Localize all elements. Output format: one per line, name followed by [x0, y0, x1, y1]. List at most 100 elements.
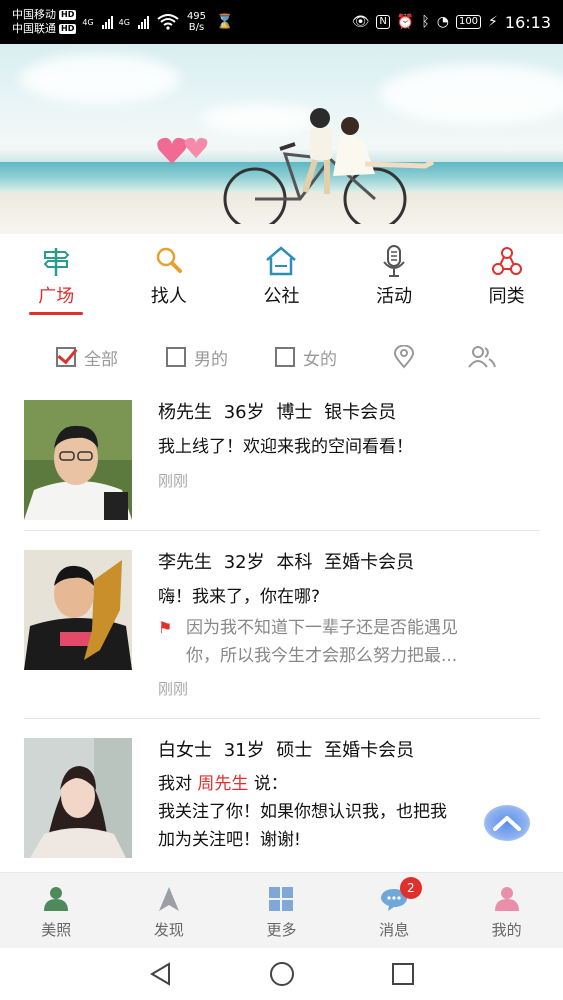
eye-icon: 👁 — [351, 14, 370, 30]
unread-badge: 2 — [399, 877, 422, 899]
tab-mine[interactable]: 我的 — [450, 873, 563, 948]
tab-label: 更多 — [266, 921, 297, 939]
nav-label: 活动 — [376, 286, 413, 307]
couple-bicycle-illustration — [223, 108, 435, 224]
filter-label: 女的 — [303, 349, 337, 370]
member-headline: 李先生 32岁 本科 至婚卡会员 — [158, 550, 540, 576]
active-indicator — [29, 312, 84, 315]
member-membership: 至婚卡会员 — [324, 552, 415, 573]
flag-icon: ⚑ — [158, 618, 173, 637]
avatar[interactable] — [24, 738, 132, 858]
member-age: 32岁 — [223, 552, 265, 573]
list-item[interactable]: 杨先生 36岁 博士 银卡会员 我上线了！欢迎来我的空间看看！ 刚刚 — [24, 400, 540, 520]
member-education: 本科 — [276, 552, 313, 573]
carrier-1: 中国移动 — [12, 8, 56, 21]
signal-icon — [137, 15, 149, 29]
tab-label: 发现 — [153, 921, 184, 939]
nav-label: 同类 — [488, 286, 525, 307]
status-bar: 中国移动 HD 中国联通 HD 4G 4G 495 B/s ⌛ 👁 N ⏰ ᛒ ◔ 1… — [0, 0, 563, 44]
tab-photos[interactable]: 美照 — [0, 873, 113, 948]
scroll-to-top-button[interactable] — [484, 805, 530, 841]
member-name: 李先生 — [158, 552, 212, 573]
person-icon — [44, 887, 69, 911]
speed-value: 495 — [186, 11, 207, 22]
member-quote: ⚑ 因为我不知道下一辈子还是否能遇见 你，所以我今生才会那么努力把最... — [158, 614, 540, 670]
member-membership: 至婚卡会员 — [324, 740, 415, 761]
profile-icon — [494, 887, 519, 911]
message-line: 加为关注吧！谢谢! — [158, 830, 301, 850]
checkbox-checked-icon — [56, 347, 76, 367]
network-type-1: 4G — [82, 17, 94, 27]
list-item[interactable]: 白女士 31岁 硕士 至婚卡会员 我对 周先生 说： 我关注了你！如果你想认识我… — [24, 738, 540, 858]
tab-label: 美照 — [41, 921, 72, 939]
member-headline: 白女士 31岁 硕士 至婚卡会员 — [158, 738, 540, 764]
home-button-icon[interactable] — [269, 961, 295, 987]
wifi-icon — [157, 14, 179, 30]
tab-label: 消息 — [379, 921, 410, 939]
grid-icon — [269, 887, 294, 911]
filter-all[interactable]: 全部 — [56, 345, 118, 370]
avatar[interactable] — [24, 550, 132, 670]
status-icons: 👁 N ⏰ ᛒ ◔ 100 ⚡ 16:13 — [352, 13, 551, 32]
post-time: 刚刚 — [158, 472, 189, 490]
nav-label: 公社 — [263, 286, 300, 307]
checkbox-icon — [275, 347, 295, 367]
back-icon[interactable] — [148, 961, 174, 987]
nav-item-activity[interactable]: 活动 — [338, 236, 451, 322]
member-message: 嗨！我来了，你在哪? — [158, 587, 321, 607]
nav-label: 广场 — [38, 286, 75, 307]
list-item[interactable]: 李先生 32岁 本科 至婚卡会员 嗨！我来了，你在哪? ⚑ 因为我不知道下一辈子… — [24, 550, 540, 698]
share-icon — [491, 247, 522, 275]
alarm-icon: ⏰ — [396, 14, 415, 30]
people-icon[interactable] — [467, 345, 497, 369]
charging-icon: ⚡ — [488, 14, 498, 30]
clock: 16:13 — [504, 12, 551, 32]
tab-more[interactable]: 更多 — [225, 873, 338, 948]
member-headline: 杨先生 36岁 博士 银卡会员 — [158, 400, 540, 426]
divider — [24, 718, 540, 719]
hearts-icon — [157, 137, 208, 164]
target-user-link[interactable]: 周先生 — [197, 774, 248, 794]
carrier-2: 中国联通 — [12, 22, 56, 35]
carrier-info: 中国移动 HD 中国联通 HD — [12, 8, 77, 36]
hourglass-icon: ⌛ — [216, 14, 234, 30]
signal-icon — [101, 15, 113, 29]
network-type-2: 4G — [118, 17, 130, 27]
checkbox-icon — [166, 347, 186, 367]
location-pin-icon[interactable] — [393, 345, 415, 369]
recents-icon[interactable] — [390, 961, 416, 987]
member-name: 杨先生 — [158, 402, 212, 423]
filter-label: 全部 — [84, 349, 118, 370]
member-info: 杨先生 36岁 博士 银卡会员 我上线了！欢迎来我的空间看看！ 刚刚 — [158, 400, 540, 491]
tab-label: 我的 — [491, 921, 522, 939]
nav-item-community[interactable]: 公社 — [225, 236, 338, 322]
message-line: 我关注了你！如果你想认识我，也把我 — [158, 802, 447, 822]
nav-item-find-people[interactable]: 找人 — [113, 236, 226, 322]
nav-item-square[interactable]: 广场 — [0, 236, 113, 322]
tab-discover[interactable]: 发现 — [113, 873, 226, 948]
member-name: 白女士 — [158, 740, 212, 761]
hero-banner[interactable] — [0, 44, 563, 234]
hd-badge: HD — [59, 24, 77, 34]
filter-row: 全部 男的 女的 — [0, 340, 563, 374]
avatar[interactable] — [24, 400, 132, 520]
tab-messages[interactable]: 2 消息 — [338, 873, 451, 948]
filter-female[interactable]: 女的 — [275, 345, 337, 370]
system-navigation-bar — [0, 948, 563, 1000]
message-prefix: 我对 — [158, 774, 192, 794]
nfc-icon: N — [376, 15, 390, 29]
bottom-tab-bar: 美照 发现 更多 2 消息 我的 — [0, 872, 563, 948]
compass-arrow-icon — [158, 887, 179, 911]
search-icon — [156, 247, 182, 273]
home-icon — [266, 246, 297, 276]
nav-item-same-kind[interactable]: 同类 — [450, 236, 563, 322]
hd-badge: HD — [59, 10, 77, 20]
microphone-icon — [383, 245, 405, 277]
member-membership: 银卡会员 — [324, 402, 397, 423]
member-message: 我上线了！欢迎来我的空间看看！ — [158, 437, 413, 457]
quote-line: 你，所以我今生才会那么努力把最... — [186, 646, 458, 666]
member-age: 31岁 — [223, 740, 265, 761]
filter-male[interactable]: 男的 — [166, 345, 228, 370]
member-education: 博士 — [276, 402, 313, 423]
chevron-up-icon — [493, 816, 521, 831]
